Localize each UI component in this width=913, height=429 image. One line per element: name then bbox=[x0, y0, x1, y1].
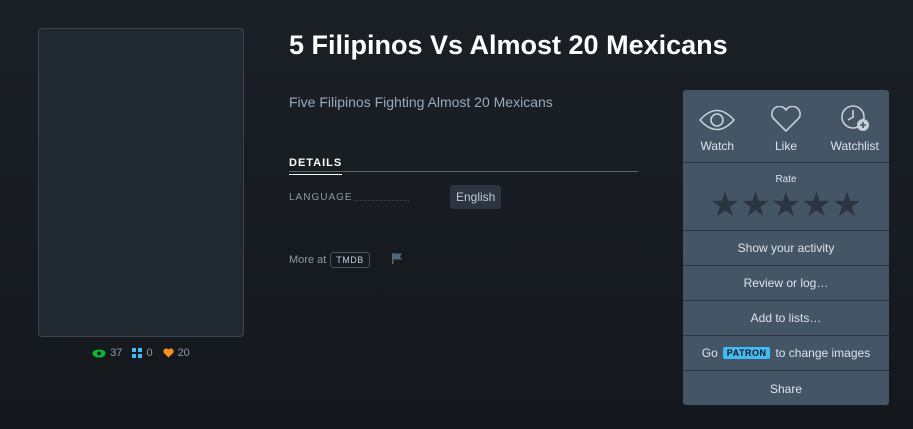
star-icon[interactable]: ★ bbox=[740, 188, 770, 222]
language-dots bbox=[354, 199, 409, 201]
more-at: More at TMDB bbox=[289, 252, 403, 268]
poster-stats: 37 0 20 bbox=[38, 347, 244, 359]
details-tabs: DETAILS bbox=[289, 153, 638, 175]
watch-button[interactable]: Watch bbox=[683, 90, 752, 162]
patron-badge[interactable]: PATRON bbox=[722, 347, 771, 359]
star-rating[interactable]: ★ ★ ★ ★ ★ bbox=[683, 188, 889, 222]
star-icon[interactable]: ★ bbox=[832, 188, 862, 222]
watches-count: 37 bbox=[110, 347, 123, 359]
film-poster[interactable] bbox=[38, 28, 244, 337]
star-icon[interactable]: ★ bbox=[771, 188, 801, 222]
patron-change-images[interactable]: Go PATRON to change images bbox=[683, 336, 889, 371]
go-text: Go bbox=[701, 346, 718, 360]
likes-count: 20 bbox=[177, 347, 190, 359]
star-icon[interactable]: ★ bbox=[801, 188, 831, 222]
grid-icon bbox=[132, 348, 143, 358]
like-label: Like bbox=[775, 139, 798, 153]
change-images-text: to change images bbox=[775, 346, 871, 360]
share-button[interactable]: Share bbox=[683, 371, 889, 405]
rate-label: Rate bbox=[775, 174, 797, 185]
likes-stat[interactable]: 20 bbox=[162, 347, 190, 359]
watchlist-label: Watchlist bbox=[830, 139, 879, 153]
tmdb-link[interactable]: TMDB bbox=[330, 252, 370, 268]
heart-icon bbox=[162, 348, 174, 358]
heart-icon bbox=[771, 106, 801, 133]
lists-stat[interactable]: 0 bbox=[132, 347, 153, 359]
film-title: 5 Filipinos Vs Almost 20 Mexicans bbox=[289, 30, 728, 60]
watch-label: Watch bbox=[700, 139, 735, 153]
language-row: LANGUAGE English bbox=[289, 185, 502, 209]
add-to-lists-button[interactable]: Add to lists… bbox=[683, 301, 889, 336]
action-buttons: Watch Like Watchlist bbox=[683, 90, 889, 163]
more-at-label: More at bbox=[289, 254, 327, 266]
tab-details[interactable]: DETAILS bbox=[289, 157, 343, 175]
rate-section: Rate ★ ★ ★ ★ ★ bbox=[683, 163, 889, 231]
actions-panel: Watch Like Watchlist Rate ★ ★ ★ ★ ★ Show… bbox=[683, 90, 889, 405]
film-tagline: Five Filipinos Fighting Almost 20 Mexica… bbox=[289, 94, 553, 110]
like-button[interactable]: Like bbox=[752, 90, 821, 162]
show-activity-button[interactable]: Show your activity bbox=[683, 231, 889, 266]
language-label-text: LANGUAGE bbox=[289, 191, 353, 203]
eye-icon bbox=[92, 349, 106, 357]
review-log-button[interactable]: Review or log… bbox=[683, 266, 889, 301]
star-icon[interactable]: ★ bbox=[710, 188, 740, 222]
language-label: LANGUAGE bbox=[289, 192, 429, 203]
eye-icon bbox=[699, 109, 736, 131]
lists-count: 0 bbox=[146, 347, 153, 359]
flag-icon[interactable] bbox=[391, 253, 403, 267]
watches-stat[interactable]: 37 bbox=[92, 347, 122, 359]
clock-plus-icon bbox=[840, 105, 869, 131]
watchlist-button[interactable]: Watchlist bbox=[820, 90, 889, 162]
language-value[interactable]: English bbox=[450, 185, 502, 209]
